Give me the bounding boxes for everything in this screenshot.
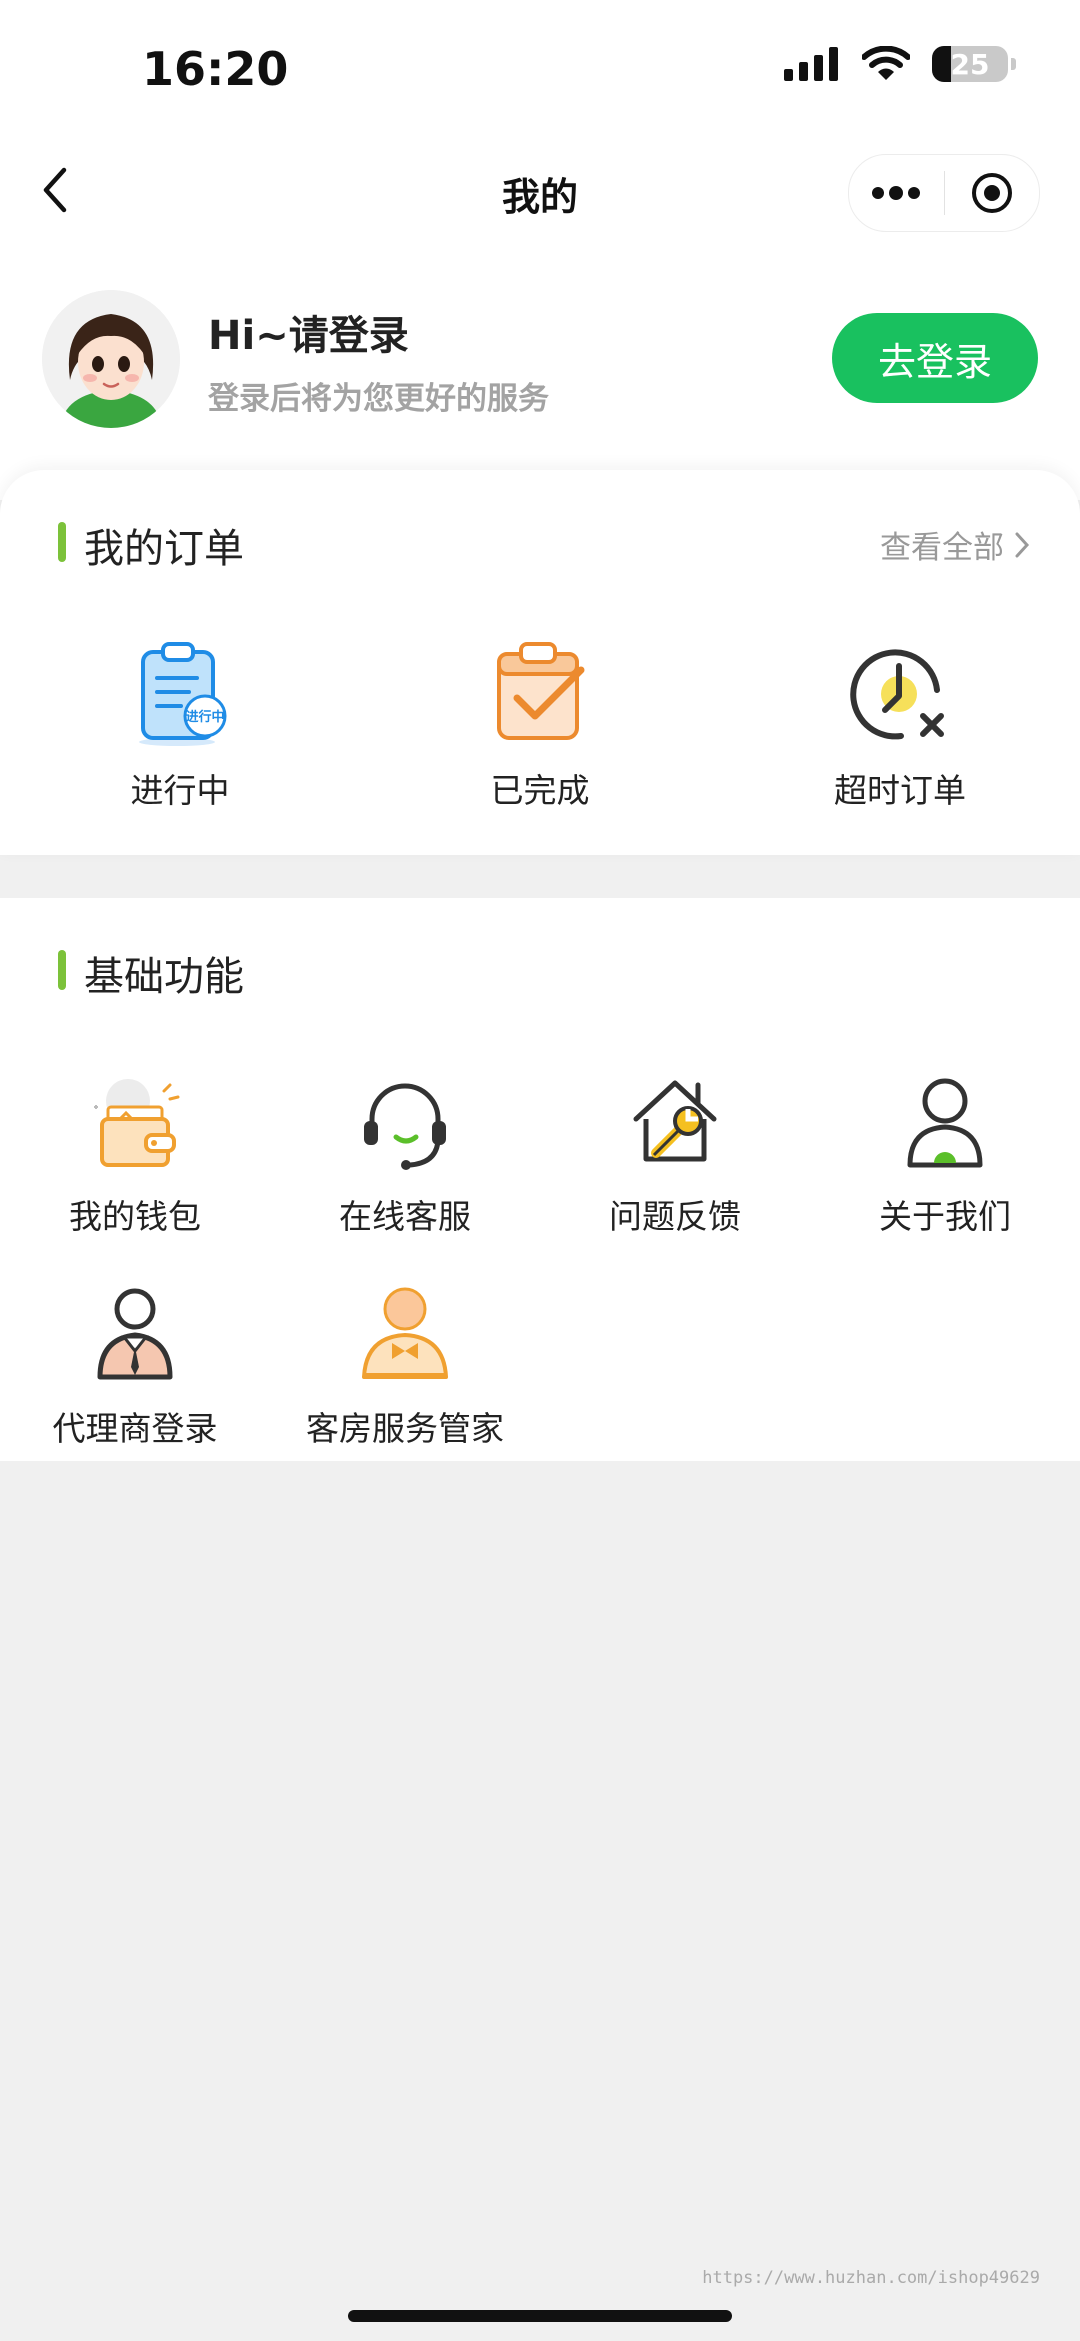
watermark: https://www.huzhan.com/ishop49629 [702, 2268, 1040, 2288]
section-accent-bar [58, 522, 66, 562]
login-hint: 登录后将为您更好的服务 [208, 381, 549, 417]
butler-service-item[interactable]: 客房服务管家 [295, 1278, 515, 1450]
chevron-right-icon [1015, 532, 1030, 557]
house-wrench-icon [620, 1066, 730, 1176]
clipboard-check-icon [485, 640, 595, 750]
section-accent-bar [58, 950, 66, 990]
headset-icon [350, 1066, 460, 1176]
in-progress-badge: 进行中 [185, 709, 224, 725]
customer-service-item[interactable]: 在线客服 [315, 1066, 495, 1238]
battery-text: 25 [950, 47, 990, 81]
battery-level [932, 46, 951, 82]
avatar-girl-icon [42, 290, 180, 428]
clock-cancel-icon [845, 640, 955, 750]
close-miniprogram-button[interactable] [945, 155, 1040, 231]
status-icons: 25 [784, 46, 1016, 82]
orders-section-title: 我的订单 [84, 526, 244, 572]
avatar[interactable] [42, 290, 180, 428]
order-in-progress[interactable]: 进行中 进行中 [90, 640, 270, 812]
function-label: 代理商登录 [52, 1409, 218, 1448]
user-icon [890, 1066, 1000, 1176]
function-label: 在线客服 [339, 1197, 471, 1236]
battery-icon: 25 [932, 46, 1016, 82]
view-all-orders-link[interactable]: 查看全部 [880, 522, 1030, 567]
orders-card: 我的订单 查看全部 进行中 进行中 已完成 超时订单 [0, 470, 1080, 855]
butler-icon [350, 1278, 460, 1388]
target-icon [971, 173, 1012, 213]
order-timeout[interactable]: 超时订单 [810, 640, 990, 812]
function-label: 客房服务管家 [306, 1409, 504, 1448]
wifi-icon [862, 46, 910, 80]
function-label: 我的钱包 [69, 1197, 201, 1236]
more-button[interactable] [849, 155, 944, 231]
signal-icon [784, 47, 838, 81]
home-indicator[interactable] [348, 2310, 732, 2322]
function-label: 关于我们 [879, 1197, 1011, 1236]
wallet-icon [80, 1066, 190, 1176]
basic-functions-card: 基础功能 我的钱包 在线客服 问题反馈 关于我们 代理商登录 客房服务管家 [0, 898, 1080, 1461]
login-button[interactable]: 去登录 [832, 313, 1038, 403]
basic-section-title: 基础功能 [84, 954, 244, 1000]
mini-program-capsule [848, 154, 1040, 232]
order-item-label: 超时订单 [834, 771, 966, 810]
order-item-label: 已完成 [490, 771, 590, 810]
function-label: 问题反馈 [609, 1197, 741, 1236]
battery-tip [1011, 58, 1016, 70]
feedback-item[interactable]: 问题反馈 [585, 1066, 765, 1238]
wallet-item[interactable]: 我的钱包 [45, 1066, 225, 1238]
agent-icon [80, 1278, 190, 1388]
clipboard-icon: 进行中 [125, 640, 235, 750]
agent-login-item[interactable]: 代理商登录 [45, 1278, 225, 1450]
greeting-text: Hi~请登录 [208, 313, 409, 359]
about-us-item[interactable]: 关于我们 [855, 1066, 1035, 1238]
status-time: 16:20 [142, 42, 289, 96]
more-dots-icon [872, 186, 921, 200]
order-completed[interactable]: 已完成 [450, 640, 630, 812]
view-all-label: 查看全部 [880, 530, 1004, 566]
order-item-label: 进行中 [130, 771, 230, 810]
